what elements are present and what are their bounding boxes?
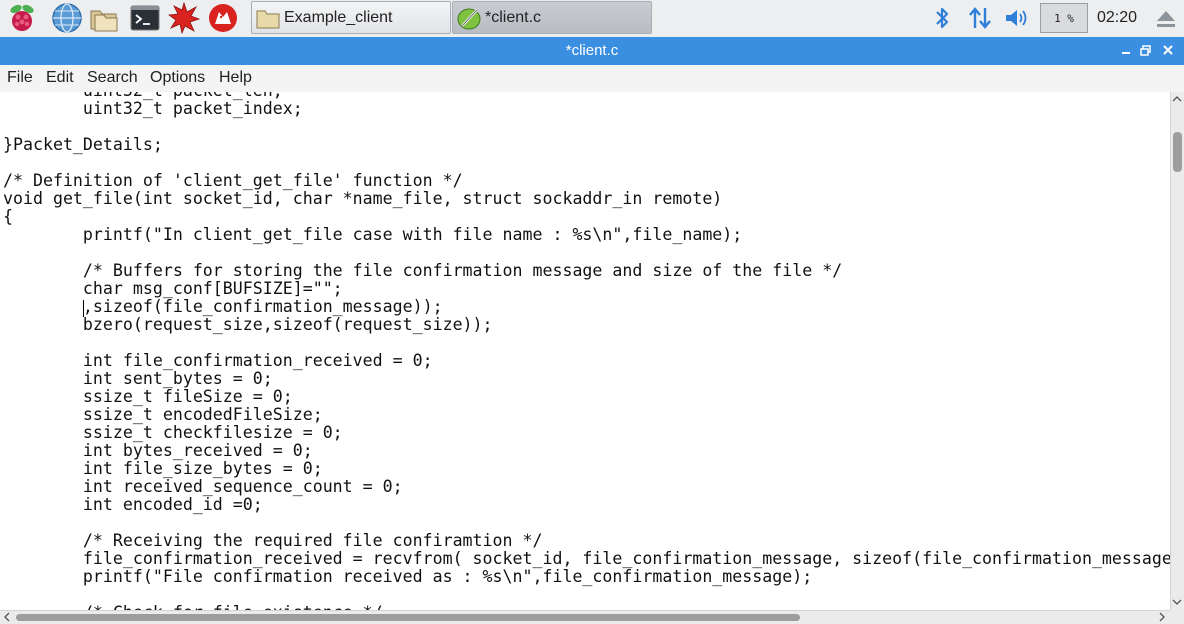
volume-icon[interactable]: [1003, 4, 1031, 32]
code-line[interactable]: int file_size_bytes = 0;: [3, 460, 1170, 478]
code-line[interactable]: int received_sequence_count = 0;: [3, 478, 1170, 496]
code-line[interactable]: int encoded_id =0;: [3, 496, 1170, 514]
code-line[interactable]: int bytes_received = 0;: [3, 442, 1170, 460]
scroll-right-icon[interactable]: [1156, 611, 1168, 623]
code-line[interactable]: [3, 586, 1170, 604]
scrollbar-corner: [1170, 610, 1184, 624]
code-line[interactable]: ssize_t checkfilesize = 0;: [3, 424, 1170, 442]
code-line[interactable]: char msg_conf[BUFSIZE]="";: [3, 280, 1170, 298]
code-line[interactable]: file_confirmation_received = recvfrom( s…: [3, 550, 1170, 568]
maximize-icon[interactable]: [1138, 42, 1154, 58]
code-line[interactable]: /* Buffers for storing the file confirma…: [3, 262, 1170, 280]
window-title: *client.c: [565, 42, 619, 59]
code-line[interactable]: [3, 514, 1170, 532]
code-line[interactable]: int sent_bytes = 0;: [3, 370, 1170, 388]
network-arrows-icon[interactable]: [966, 4, 994, 32]
horizontal-scroll-thumb[interactable]: [16, 614, 800, 621]
code-line[interactable]: uint32_t packet_index;: [3, 100, 1170, 118]
code-line[interactable]: printf("In client_get_file case with fil…: [3, 226, 1170, 244]
close-icon[interactable]: [1160, 42, 1176, 58]
code-line[interactable]: bzero(request_size,sizeof(request_size))…: [3, 316, 1170, 334]
code-line[interactable]: void get_file(int socket_id, char *name_…: [3, 190, 1170, 208]
scroll-left-icon[interactable]: [1, 611, 13, 623]
cpu-usage-text: 1 %: [1054, 11, 1074, 25]
text-editor-icon: [457, 8, 481, 29]
code-line[interactable]: [3, 118, 1170, 136]
scroll-down-icon[interactable]: [1171, 596, 1183, 608]
window-titlebar[interactable]: *client.c: [0, 37, 1184, 65]
clock[interactable]: 02:20: [1097, 9, 1137, 27]
minimize-icon[interactable]: [1118, 42, 1134, 58]
code-line[interactable]: ssize_t fileSize = 0;: [3, 388, 1170, 406]
taskbar: Example_client *client.c 1 % 02:20: [0, 0, 1184, 38]
cpu-usage-monitor[interactable]: 1 %: [1040, 3, 1088, 33]
code-line[interactable]: /* Receiving the required file confiramt…: [3, 532, 1170, 550]
horizontal-scrollbar[interactable]: [0, 610, 1170, 624]
menubar: File Edit Search Options Help: [0, 65, 1184, 93]
code-line[interactable]: {: [3, 208, 1170, 226]
menu-search[interactable]: Search: [87, 69, 138, 87]
code-line[interactable]: printf("File confirmation received as : …: [3, 568, 1170, 586]
code-line[interactable]: ssize_t encodedFileSize;: [3, 406, 1170, 424]
text-caret: [83, 300, 84, 317]
task-label: *client.c: [485, 8, 542, 26]
task-label: Example_client: [284, 8, 393, 26]
code-line[interactable]: /* Definition of 'client_get_file' funct…: [3, 172, 1170, 190]
task-client-c[interactable]: *client.c: [452, 1, 652, 34]
mathematica-icon[interactable]: [168, 2, 200, 34]
wolfram-icon[interactable]: [207, 2, 239, 34]
code-line[interactable]: }Packet_Details;: [3, 136, 1170, 154]
raspberry-menu-icon[interactable]: [6, 2, 38, 34]
code-line[interactable]: [3, 154, 1170, 172]
code-line[interactable]: [3, 334, 1170, 352]
vertical-scrollbar[interactable]: [1170, 92, 1184, 610]
code-text[interactable]: uint32_t packet_len; uint32_t packet_ind…: [3, 92, 1170, 610]
code-line[interactable]: [3, 244, 1170, 262]
code-line[interactable]: ,sizeof(file_confirmation_message));: [3, 298, 1170, 316]
terminal-icon[interactable]: [129, 2, 161, 34]
scroll-up-icon[interactable]: [1171, 93, 1183, 105]
vertical-scroll-thumb[interactable]: [1173, 132, 1182, 172]
eject-icon[interactable]: [1152, 4, 1180, 32]
web-browser-icon[interactable]: [51, 2, 83, 34]
menu-edit[interactable]: Edit: [46, 69, 74, 87]
text-editor-area[interactable]: uint32_t packet_len; uint32_t packet_ind…: [0, 92, 1170, 610]
menu-help[interactable]: Help: [219, 69, 252, 87]
folder-icon: [256, 10, 280, 28]
menu-options[interactable]: Options: [150, 69, 205, 87]
file-manager-icon[interactable]: [88, 2, 120, 34]
bluetooth-icon[interactable]: [928, 4, 956, 32]
menu-file[interactable]: File: [7, 69, 33, 87]
task-example-client[interactable]: Example_client: [251, 1, 451, 34]
code-line[interactable]: int file_confirmation_received = 0;: [3, 352, 1170, 370]
